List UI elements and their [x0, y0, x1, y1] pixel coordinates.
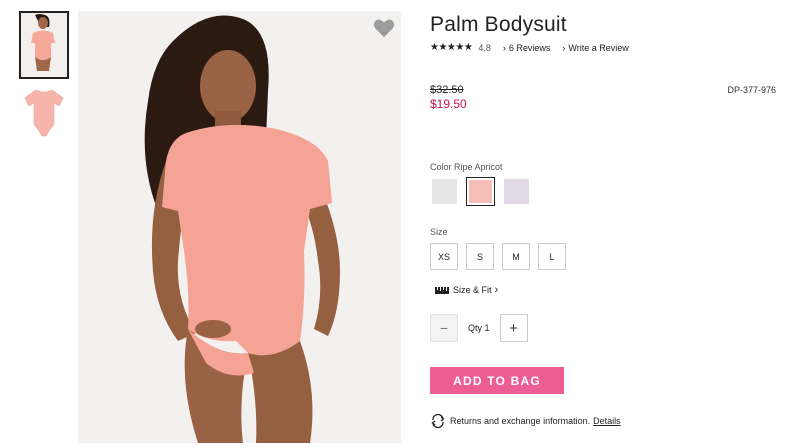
favorite-button[interactable]: [373, 17, 395, 39]
heart-icon: [373, 19, 395, 38]
chevron-right-icon: ›: [494, 284, 499, 296]
returns-details-link[interactable]: Details: [593, 416, 621, 426]
color-label: Color Ripe Apricot: [430, 162, 503, 172]
add-to-bag-button[interactable]: ADD TO BAG: [430, 367, 564, 394]
chevron-right-icon: ›: [502, 42, 506, 53]
size-button-s[interactable]: S: [466, 243, 494, 270]
size-button-m[interactable]: M: [502, 243, 530, 270]
quantity-increase-button[interactable]: +: [499, 314, 528, 342]
thumbnail-model-image: [21, 13, 67, 77]
thumbnail-flat[interactable]: [19, 84, 69, 142]
product-title: Palm Bodysuit: [430, 13, 567, 36]
model-illustration: [78, 11, 401, 443]
size-fit-label: Size & Fit: [453, 285, 492, 295]
color-swatch-ripe-apricot[interactable]: [466, 177, 495, 206]
color-swatch-lavender[interactable]: [502, 177, 531, 206]
swatch-chip: [469, 180, 492, 203]
quantity-value: Qty 1: [468, 323, 490, 333]
rating-row: ★★★★★ 4.8 › 6 Reviews › Write a Review: [430, 42, 629, 53]
reviews-link[interactable]: › 6 Reviews: [503, 43, 551, 53]
product-details-panel: Palm Bodysuit ★★★★★ 4.8 › 6 Reviews › Writ…: [430, 0, 780, 448]
reviews-link-label: 6 Reviews: [508, 42, 551, 53]
color-swatch-light-grey[interactable]: [430, 177, 459, 206]
write-review-link[interactable]: › Write a Review: [562, 43, 628, 53]
sale-price: $19.50: [430, 97, 467, 111]
thumbnail-model[interactable]: [19, 11, 69, 79]
star-rating: ★★★★★: [430, 42, 473, 53]
size-button-l[interactable]: L: [538, 243, 566, 270]
returns-info: Returns and exchange information. Detail…: [430, 414, 621, 428]
thumbnail-flat-image: [19, 84, 69, 142]
quantity-stepper: − Qty 1 +: [430, 314, 528, 342]
main-product-image: [78, 11, 401, 443]
quantity-decrease-button[interactable]: −: [430, 314, 458, 342]
exchange-icon: [431, 414, 445, 428]
swatch-chip: [504, 179, 529, 204]
size-button-xs[interactable]: XS: [430, 243, 458, 270]
size-label: Size: [430, 227, 448, 237]
product-sku: DP-377-976: [727, 85, 776, 95]
returns-text: Returns and exchange information.: [450, 416, 591, 426]
size-fit-link[interactable]: Size & Fit ›: [435, 284, 498, 296]
write-review-label: Write a Review: [568, 42, 629, 53]
swatch-chip: [432, 179, 457, 204]
original-price: $32.50: [430, 84, 464, 96]
chevron-right-icon: ›: [562, 42, 566, 53]
ruler-icon: [435, 286, 449, 294]
rating-value: 4.8: [478, 42, 491, 53]
